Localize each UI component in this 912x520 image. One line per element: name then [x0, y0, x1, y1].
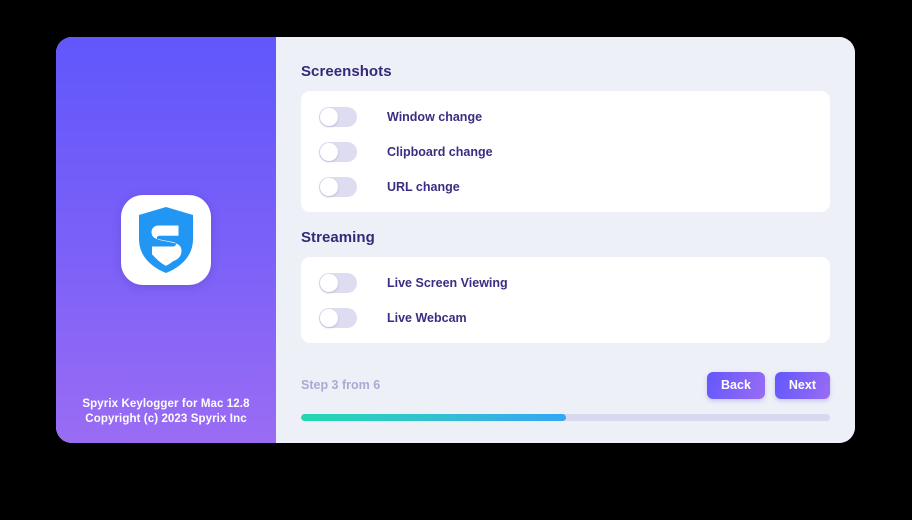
setup-wizard-window: Spyrix Keylogger for Mac 12.8 Copyright … — [56, 37, 855, 443]
toggle-knob — [320, 273, 338, 292]
section-heading-screenshots: Screenshots — [301, 63, 392, 80]
option-label-live-webcam: Live Webcam — [387, 310, 467, 325]
app-logo — [121, 195, 211, 285]
option-label-live-screen-viewing: Live Screen Viewing — [387, 275, 508, 290]
shield-s-logo-icon — [137, 206, 195, 274]
progress-bar-track — [301, 414, 830, 421]
toggle-clipboard-change[interactable] — [319, 141, 357, 162]
copyright-text: Copyright (c) 2023 Spyrix Inc — [85, 413, 247, 425]
option-label-window-change: Window change — [387, 109, 483, 124]
toggle-knob — [320, 107, 338, 126]
toggle-knob — [320, 308, 338, 327]
step-indicator-label: Step 3 from 6 — [301, 378, 381, 392]
next-button[interactable]: Next — [774, 371, 830, 399]
screenshots-options-card: Window change Clipboard change URL chang… — [301, 91, 830, 212]
app-name-version: Spyrix Keylogger for Mac 12.8 — [82, 398, 250, 410]
option-row-url-change[interactable]: URL change — [301, 169, 830, 204]
panel-footer: Step 3 from 6 Back Next — [301, 371, 830, 443]
option-row-live-screen-viewing[interactable]: Live Screen Viewing — [301, 265, 830, 300]
section-heading-streaming: Streaming — [301, 229, 375, 246]
toggle-url-change[interactable] — [319, 176, 357, 197]
option-label-url-change: URL change — [387, 179, 460, 194]
sidebar-footer: Spyrix Keylogger for Mac 12.8 Copyright … — [56, 397, 276, 427]
footer-buttons: Back Next — [707, 371, 830, 399]
toggle-knob — [320, 142, 338, 161]
option-label-clipboard-change: Clipboard change — [387, 144, 493, 159]
toggle-knob — [320, 177, 338, 196]
back-button[interactable]: Back — [707, 371, 765, 399]
toggle-window-change[interactable] — [319, 106, 357, 127]
toggle-live-webcam[interactable] — [319, 307, 357, 328]
progress-bar-fill — [301, 414, 566, 421]
footer-row: Step 3 from 6 Back Next — [301, 371, 830, 399]
toggle-live-screen-viewing[interactable] — [319, 272, 357, 293]
main-panel: Screenshots Window change Clipboard chan… — [276, 37, 855, 443]
option-row-clipboard-change[interactable]: Clipboard change — [301, 134, 830, 169]
option-row-window-change[interactable]: Window change — [301, 99, 830, 134]
sidebar: Spyrix Keylogger for Mac 12.8 Copyright … — [56, 37, 276, 443]
streaming-options-card: Live Screen Viewing Live Webcam — [301, 257, 830, 343]
option-row-live-webcam[interactable]: Live Webcam — [301, 300, 830, 335]
